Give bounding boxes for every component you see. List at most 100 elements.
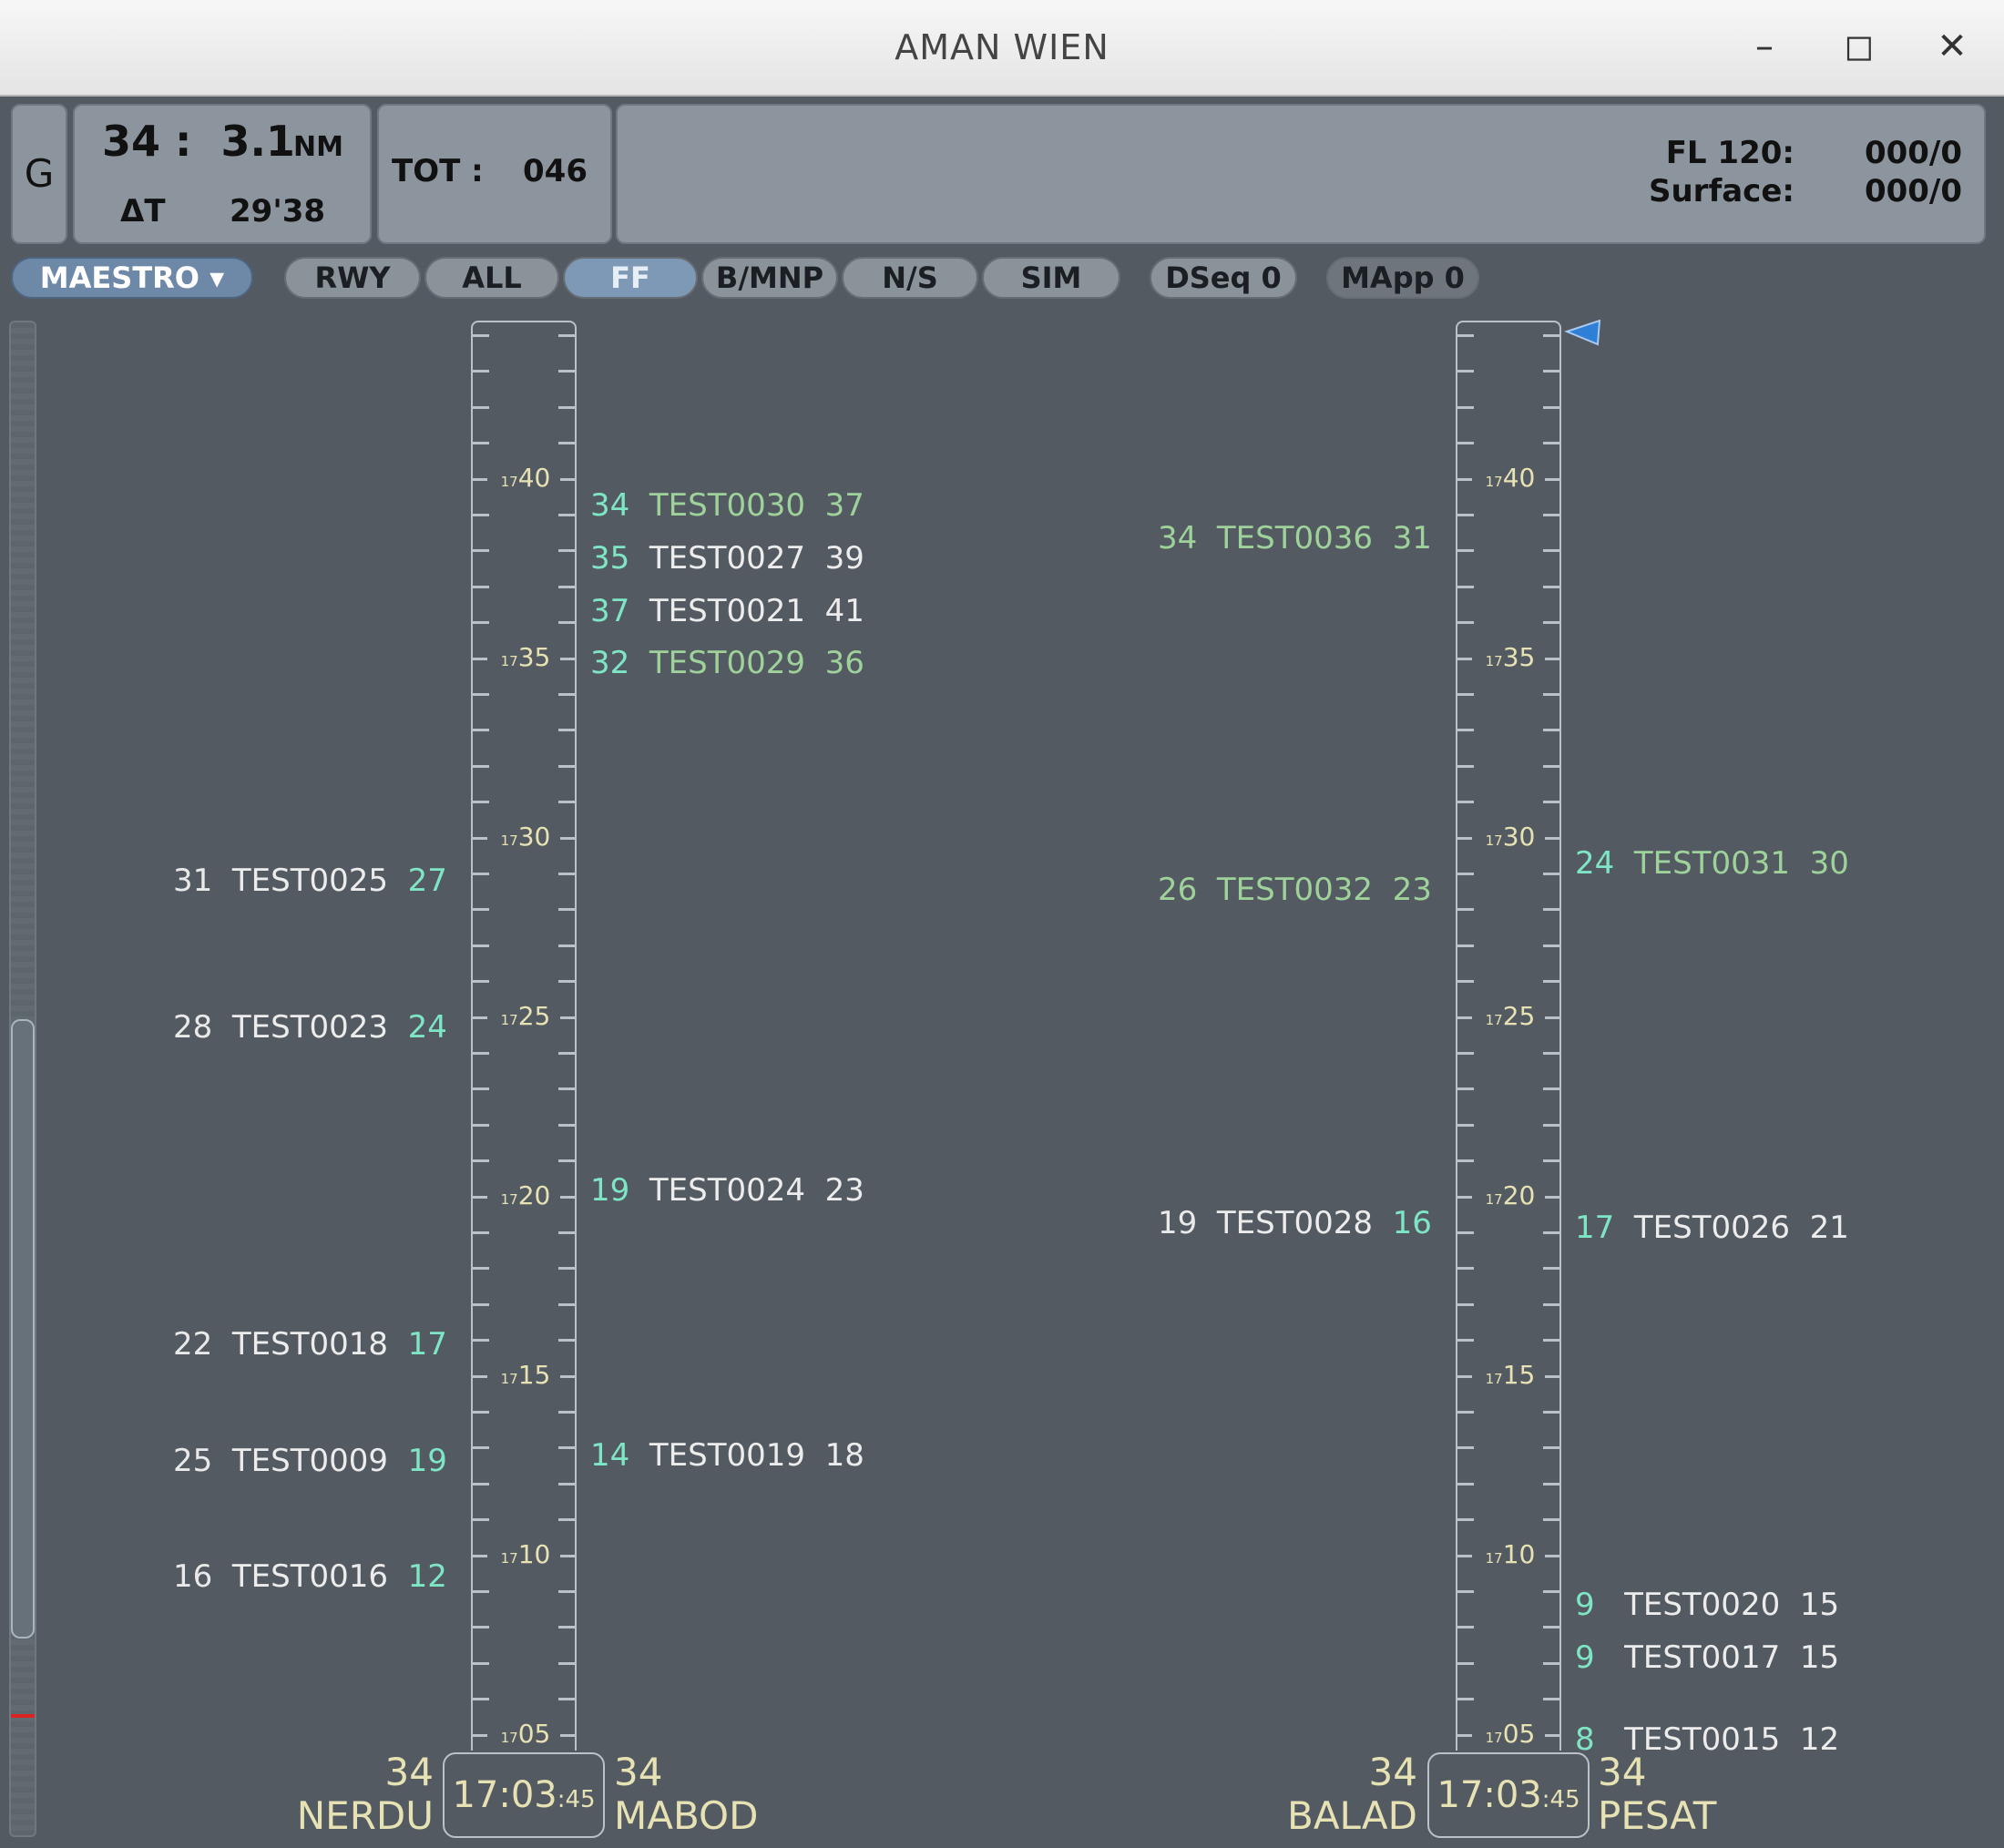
flight-label-test0009[interactable]: 25 TEST0009 19 bbox=[173, 1443, 447, 1479]
ruler-tick bbox=[1543, 1698, 1559, 1701]
flight-callsign: TEST0024 bbox=[649, 1172, 806, 1209]
flight-post: 15 bbox=[1799, 1639, 1840, 1676]
ruler-tick bbox=[558, 908, 575, 912]
flight-pre: 9 bbox=[1575, 1587, 1595, 1623]
flight-callsign: TEST0009 bbox=[231, 1443, 389, 1479]
flight-label-test0036[interactable]: 34 TEST0036 31 bbox=[1158, 520, 1432, 556]
ruler-tick bbox=[1543, 1123, 1559, 1127]
ns-button[interactable]: N/S bbox=[842, 257, 978, 299]
flight-label-test0019[interactable]: 14 TEST0019 18 bbox=[590, 1437, 864, 1474]
flight-post: 12 bbox=[407, 1558, 447, 1595]
dseq-button[interactable]: DSeq 0 bbox=[1150, 257, 1297, 299]
flight-label-test0025[interactable]: 31 TEST0025 27 bbox=[173, 863, 447, 899]
ruler-tick bbox=[1543, 1518, 1559, 1522]
ruler-minute-label: 1735 bbox=[500, 641, 551, 672]
ruler-tick bbox=[558, 1302, 575, 1306]
clock-left-seconds: :45 bbox=[557, 1786, 596, 1813]
ruler-tick bbox=[1543, 1052, 1559, 1055]
maximize-icon[interactable]: ◻ bbox=[1836, 24, 1882, 69]
ruler-tick bbox=[473, 1626, 489, 1629]
flight-label-test0023[interactable]: 28 TEST0023 24 bbox=[173, 1009, 447, 1046]
flight-post: 23 bbox=[824, 1172, 864, 1209]
flight-post: 18 bbox=[824, 1437, 864, 1474]
flight-callsign: TEST0027 bbox=[649, 540, 806, 577]
ff-button[interactable]: FF bbox=[563, 257, 698, 299]
flight-pre: 28 bbox=[173, 1009, 213, 1046]
flight-pre: 22 bbox=[173, 1326, 213, 1363]
close-icon[interactable]: ✕ bbox=[1929, 24, 1975, 69]
g-label: G bbox=[24, 151, 55, 196]
clock-right: 17:03:45 bbox=[1427, 1752, 1590, 1838]
delta-label: ΔT bbox=[120, 193, 166, 230]
flight-label-test0017[interactable]: 9 TEST0017 15 bbox=[1575, 1639, 1839, 1676]
ruler-tick bbox=[558, 549, 575, 553]
flight-label-test0029[interactable]: 32 TEST0029 36 bbox=[590, 645, 864, 681]
tot-value: 046 bbox=[523, 153, 588, 189]
fl-value: 000/0 bbox=[1864, 135, 1962, 171]
window-title: AMAN WIEN bbox=[895, 27, 1109, 67]
delta-value: 29'38 bbox=[230, 193, 326, 230]
flight-callsign: TEST0015 bbox=[1624, 1721, 1781, 1758]
ruler-minute-label: 1705 bbox=[1485, 1718, 1536, 1749]
ruler-minute-label: 1720 bbox=[500, 1179, 551, 1210]
clock-left-time: 17:03 bbox=[452, 1774, 557, 1816]
flight-pre: 35 bbox=[590, 540, 630, 577]
ruler-tick bbox=[1543, 729, 1559, 732]
flight-callsign: TEST0018 bbox=[231, 1326, 389, 1363]
flight-label-test0026[interactable]: 17 TEST0026 21 bbox=[1575, 1210, 1849, 1246]
flight-label-test0027[interactable]: 35 TEST0027 39 bbox=[590, 540, 864, 577]
flight-callsign: TEST0016 bbox=[231, 1558, 389, 1595]
ruler-tick bbox=[1457, 1087, 1474, 1091]
rwy-button[interactable]: RWY bbox=[284, 257, 421, 299]
flight-label-test0032[interactable]: 26 TEST0032 23 bbox=[1158, 872, 1432, 908]
ruler-tick bbox=[558, 1087, 575, 1091]
g-button[interactable]: G bbox=[11, 104, 67, 244]
flight-label-test0028[interactable]: 19 TEST0028 16 bbox=[1158, 1205, 1432, 1241]
bmnp-button[interactable]: B/MNP bbox=[701, 257, 838, 299]
flight-pre: 24 bbox=[1575, 845, 1615, 882]
ruler-minute-label: 1740 bbox=[500, 462, 551, 493]
ruler-tick bbox=[558, 764, 575, 768]
flight-label-test0031[interactable]: 24 TEST0031 30 bbox=[1575, 845, 1849, 882]
ruler-tick bbox=[473, 514, 489, 516]
maestro-dropdown[interactable]: MAESTRO ▾ bbox=[11, 257, 253, 299]
ruler-tick bbox=[1543, 980, 1559, 984]
flight-label-test0024[interactable]: 19 TEST0024 23 bbox=[590, 1172, 864, 1209]
ruler-tick bbox=[1543, 1590, 1559, 1593]
flight-post: 24 bbox=[407, 1009, 447, 1046]
ruler-tick bbox=[558, 514, 575, 516]
flight-label-test0020[interactable]: 9 TEST0020 15 bbox=[1575, 1587, 1839, 1623]
ruler-tick bbox=[473, 1302, 489, 1306]
flight-label-test0016[interactable]: 16 TEST0016 12 bbox=[173, 1558, 447, 1595]
ruler-tick bbox=[473, 1267, 489, 1271]
ruler-tick bbox=[558, 1411, 575, 1414]
all-button[interactable]: ALL bbox=[424, 257, 559, 299]
ruler-tick bbox=[1457, 908, 1474, 912]
flight-label-test0015[interactable]: 8 TEST0015 12 bbox=[1575, 1721, 1839, 1758]
ruler-tick bbox=[558, 1123, 575, 1127]
minimize-icon[interactable]: – bbox=[1742, 24, 1787, 69]
sim-button[interactable]: SIM bbox=[982, 257, 1120, 299]
flight-label-test0018[interactable]: 22 TEST0018 17 bbox=[173, 1326, 447, 1363]
ruler-tick bbox=[1543, 1661, 1559, 1665]
clock-right-seconds: :45 bbox=[1541, 1786, 1580, 1813]
mapp-button[interactable]: MApp 0 bbox=[1326, 257, 1479, 299]
flight-label-test0030[interactable]: 34 TEST0030 37 bbox=[590, 487, 864, 524]
ruler-tick bbox=[1457, 334, 1474, 337]
flight-pre: 32 bbox=[590, 645, 630, 681]
distance-panel: 34 : 3.1 NM ΔT 29'38 bbox=[73, 104, 372, 244]
ruler-tick bbox=[1543, 334, 1559, 337]
flight-label-test0021[interactable]: 37 TEST0021 41 bbox=[590, 593, 864, 629]
ruler-tick bbox=[473, 764, 489, 768]
ruler-tick bbox=[1457, 1482, 1474, 1486]
scrollbar-thumb[interactable] bbox=[11, 1019, 35, 1639]
ruler-tick bbox=[473, 1411, 489, 1414]
ruler-tick bbox=[473, 621, 489, 625]
flight-callsign: TEST0019 bbox=[649, 1437, 806, 1474]
ruler-tick bbox=[558, 980, 575, 984]
ruler-tick bbox=[558, 1698, 575, 1701]
flight-callsign: TEST0021 bbox=[649, 593, 806, 629]
ruler-tick bbox=[1457, 585, 1474, 588]
flight-pre: 9 bbox=[1575, 1639, 1595, 1676]
overview-scrollbar[interactable] bbox=[9, 321, 36, 1837]
